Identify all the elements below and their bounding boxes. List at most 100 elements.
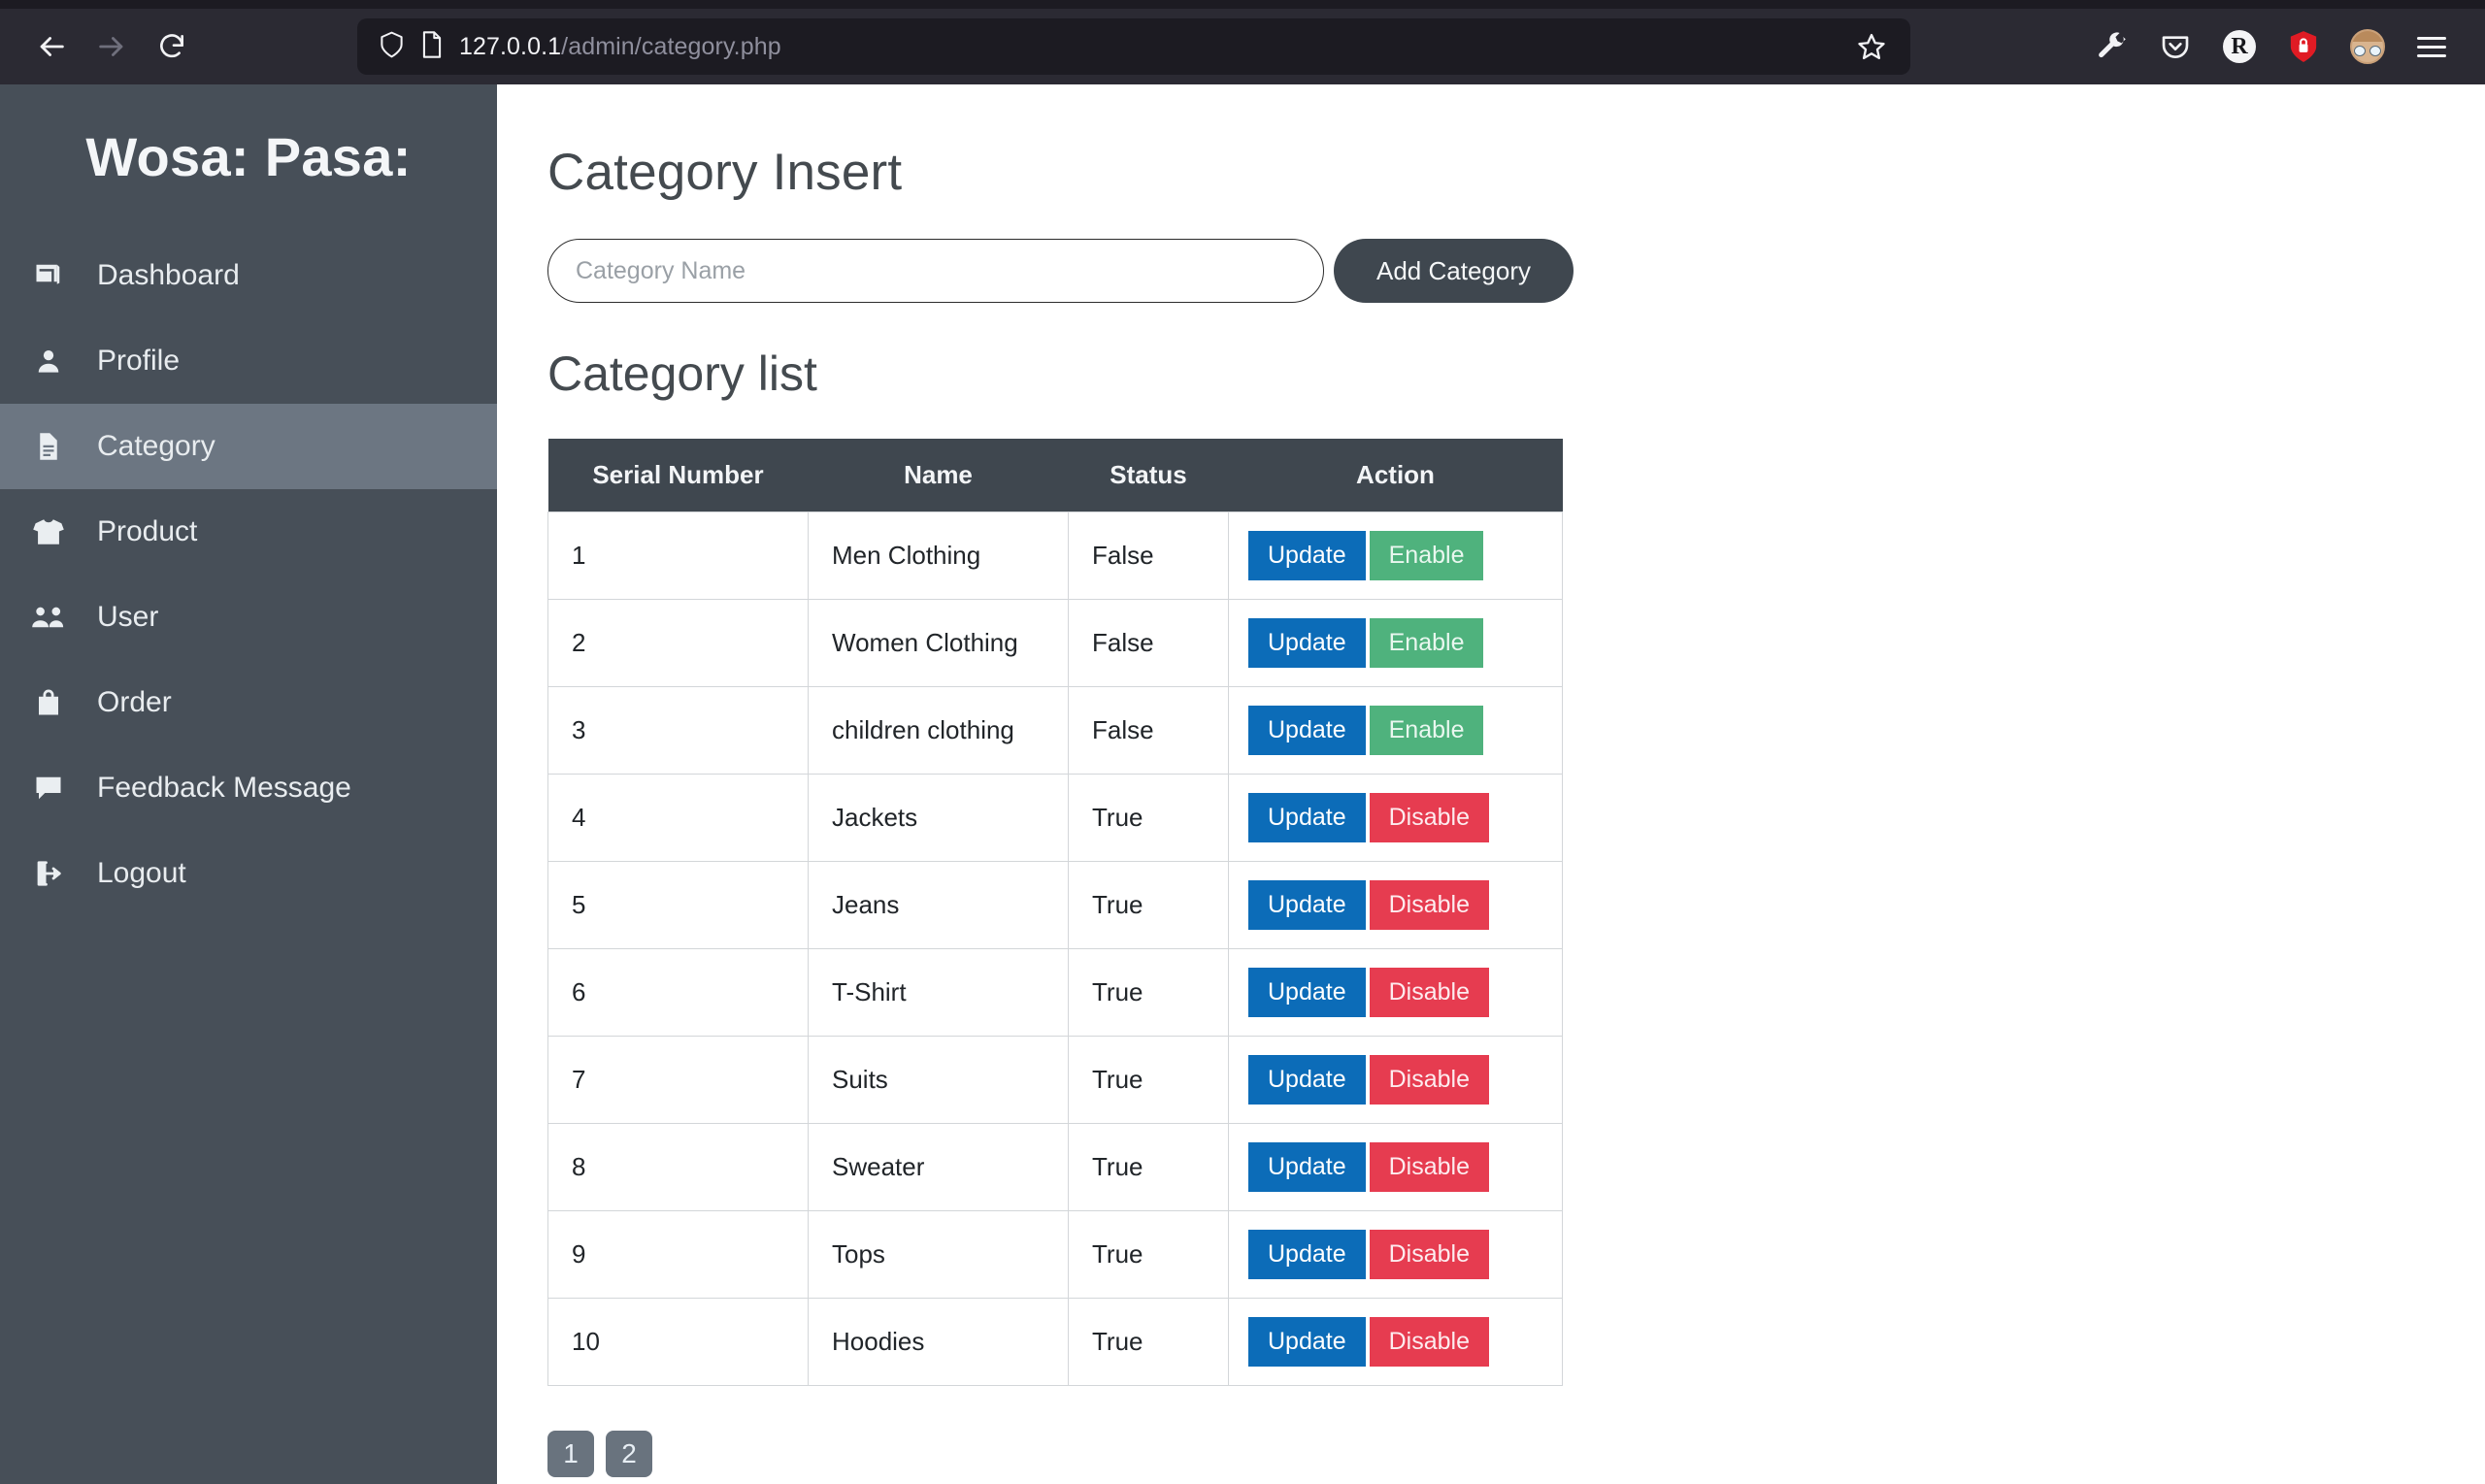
disable-button[interactable]: Disable	[1370, 880, 1489, 930]
pagination-page-2[interactable]: 2	[606, 1431, 652, 1477]
cell-name: Sweater	[809, 1124, 1069, 1211]
column-header-action: Action	[1229, 439, 1563, 512]
file-lines-icon	[27, 432, 70, 461]
cell-name: T-Shirt	[809, 949, 1069, 1037]
shield-lock-icon[interactable]	[2271, 16, 2336, 77]
sidebar-item-logout[interactable]: Logout	[0, 831, 497, 916]
update-button[interactable]: Update	[1248, 880, 1366, 930]
disable-button[interactable]: Disable	[1370, 1142, 1489, 1192]
r-extension-icon[interactable]: R	[2207, 16, 2271, 77]
enable-button[interactable]: Enable	[1370, 618, 1484, 668]
cell-action: UpdateEnable	[1229, 600, 1563, 687]
address-bar[interactable]: 127.0.0.1/admin/category.php	[357, 18, 1910, 75]
update-button[interactable]: Update	[1248, 1230, 1366, 1279]
sidebar-item-label: Order	[97, 686, 172, 719]
cell-action: UpdateDisable	[1229, 1124, 1563, 1211]
sidebar-item-label: Logout	[97, 857, 186, 890]
url-text[interactable]: 127.0.0.1/admin/category.php	[459, 33, 1831, 61]
cell-serial-number: 4	[548, 775, 809, 862]
cell-name: Jeans	[809, 862, 1069, 949]
pagination-page-1[interactable]: 1	[547, 1431, 594, 1477]
cell-action: UpdateEnable	[1229, 687, 1563, 775]
table-row: 8SweaterTrueUpdateDisable	[548, 1124, 1563, 1211]
disable-button[interactable]: Disable	[1370, 968, 1489, 1017]
comment-icon	[27, 775, 70, 802]
update-button[interactable]: Update	[1248, 793, 1366, 842]
sidebar-item-label: Dashboard	[97, 259, 240, 292]
action-button-group: UpdateDisable	[1248, 793, 1542, 842]
table-row: 4JacketsTrueUpdateDisable	[548, 775, 1563, 862]
users-icon	[27, 604, 70, 631]
cell-serial-number: 1	[548, 512, 809, 600]
sidebar-item-dashboard[interactable]: Dashboard	[0, 233, 497, 318]
cell-name: Tops	[809, 1211, 1069, 1299]
sidebar-item-user[interactable]: User	[0, 575, 497, 660]
table-row: 5JeansTrueUpdateDisable	[548, 862, 1563, 949]
table-row: 7SuitsTrueUpdateDisable	[548, 1037, 1563, 1124]
reload-icon[interactable]	[142, 16, 202, 77]
page-title: Category Insert	[547, 143, 2485, 202]
bag-icon	[27, 688, 70, 717]
add-category-button[interactable]: Add Category	[1334, 239, 1574, 303]
cell-name: children clothing	[809, 687, 1069, 775]
sidebar-item-label: User	[97, 601, 158, 634]
column-header-status: Status	[1069, 439, 1229, 512]
wrench-icon[interactable]	[2079, 16, 2143, 77]
disable-button[interactable]: Disable	[1370, 1230, 1489, 1279]
sidebar-item-feedback-message[interactable]: Feedback Message	[0, 745, 497, 831]
back-arrow-icon[interactable]	[21, 16, 82, 77]
cell-status: False	[1069, 687, 1229, 775]
table-row: 1Men ClothingFalseUpdateEnable	[548, 512, 1563, 600]
cell-status: False	[1069, 512, 1229, 600]
main-content: Category Insert Add Category Category li…	[497, 84, 2485, 1484]
table-row: 2Women ClothingFalseUpdateEnable	[548, 600, 1563, 687]
action-button-group: UpdateDisable	[1248, 968, 1542, 1017]
update-button[interactable]: Update	[1248, 531, 1366, 580]
disable-button[interactable]: Disable	[1370, 793, 1489, 842]
star-icon[interactable]	[1846, 21, 1897, 72]
table-body: 1Men ClothingFalseUpdateEnable2Women Clo…	[548, 512, 1563, 1386]
sidebar-item-label: Profile	[97, 345, 180, 378]
cell-status: True	[1069, 1124, 1229, 1211]
update-button[interactable]: Update	[1248, 1317, 1366, 1367]
cell-action: UpdateDisable	[1229, 1037, 1563, 1124]
cell-action: UpdateDisable	[1229, 1299, 1563, 1386]
page-document-icon[interactable]	[420, 30, 444, 64]
update-button[interactable]: Update	[1248, 618, 1366, 668]
sidebar-item-label: Feedback Message	[97, 772, 351, 805]
enable-button[interactable]: Enable	[1370, 531, 1484, 580]
cell-action: UpdateDisable	[1229, 862, 1563, 949]
update-button[interactable]: Update	[1248, 968, 1366, 1017]
update-button[interactable]: Update	[1248, 1142, 1366, 1192]
update-button[interactable]: Update	[1248, 706, 1366, 755]
action-button-group: UpdateEnable	[1248, 531, 1542, 580]
category-table: Serial Number Name Status Action 1Men Cl…	[547, 439, 1563, 1386]
table-header-row: Serial Number Name Status Action	[548, 439, 1563, 512]
table-header: Serial Number Name Status Action	[548, 439, 1563, 512]
category-name-input[interactable]	[547, 239, 1324, 303]
pocket-icon[interactable]	[2143, 16, 2207, 77]
enable-button[interactable]: Enable	[1370, 706, 1484, 755]
cell-name: Suits	[809, 1037, 1069, 1124]
tshirt-icon	[27, 517, 70, 546]
sidebar-item-order[interactable]: Order	[0, 660, 497, 745]
disable-button[interactable]: Disable	[1370, 1317, 1489, 1367]
sidebar: Wosa: Pasa: Dashboard Profile Category P…	[0, 84, 497, 1484]
hamburger-menu-icon[interactable]	[2400, 16, 2464, 77]
sidebar-item-product[interactable]: Product	[0, 489, 497, 575]
cell-name: Women Clothing	[809, 600, 1069, 687]
action-button-group: UpdateEnable	[1248, 706, 1542, 755]
account-avatar-icon[interactable]	[2336, 16, 2400, 77]
cell-name: Jackets	[809, 775, 1069, 862]
cell-status: True	[1069, 862, 1229, 949]
disable-button[interactable]: Disable	[1370, 1055, 1489, 1105]
sidebar-item-category[interactable]: Category	[0, 404, 497, 489]
forward-arrow-icon[interactable]	[82, 16, 142, 77]
column-header-name: Name	[809, 439, 1069, 512]
shield-icon[interactable]	[379, 30, 405, 64]
action-button-group: UpdateDisable	[1248, 1317, 1542, 1367]
update-button[interactable]: Update	[1248, 1055, 1366, 1105]
r-extension-label: R	[2223, 30, 2256, 63]
sidebar-item-profile[interactable]: Profile	[0, 318, 497, 404]
cell-status: True	[1069, 949, 1229, 1037]
